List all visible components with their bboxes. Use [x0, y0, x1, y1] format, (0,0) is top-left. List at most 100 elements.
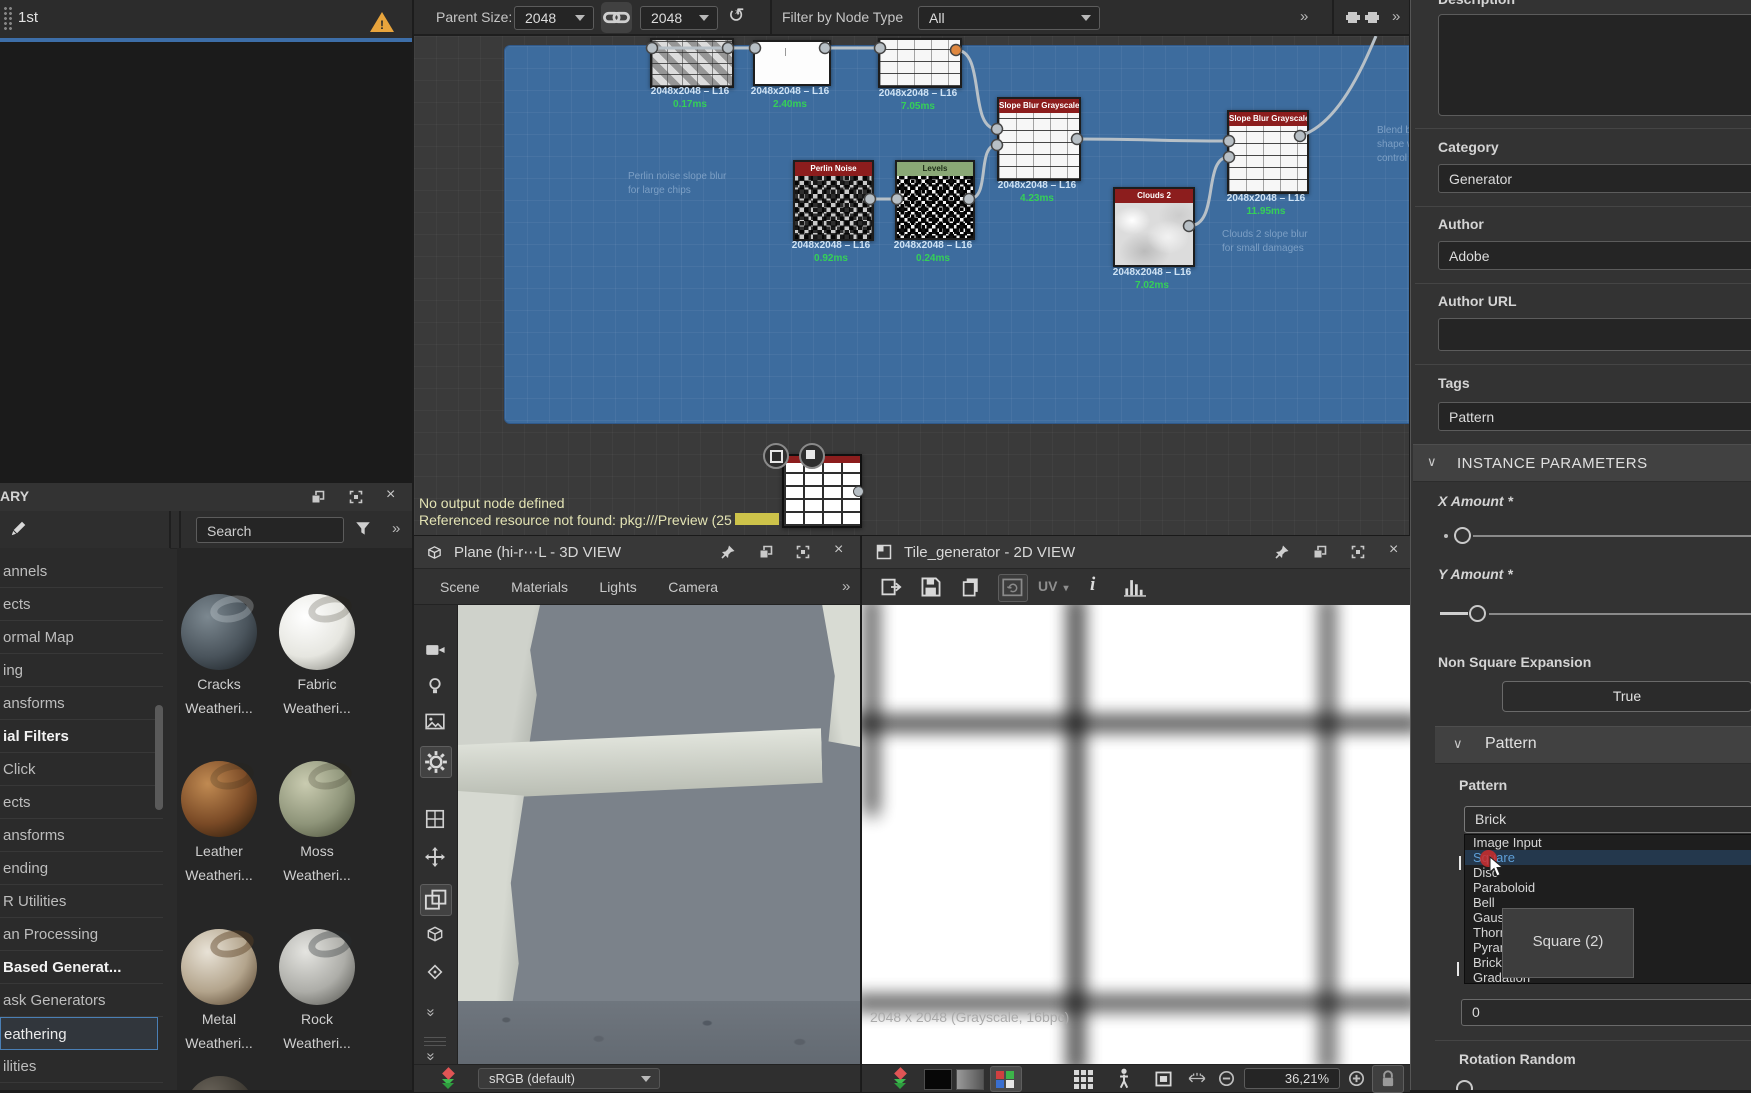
actual-size-icon[interactable]	[1188, 1072, 1206, 1085]
y-amount-knob[interactable]	[1469, 605, 1486, 622]
toolstrip-overflow2-icon[interactable]: »	[423, 1052, 440, 1058]
pattern-section-header[interactable]: ∨ Pattern	[1435, 726, 1751, 764]
export-image-icon[interactable]	[880, 576, 902, 598]
background-black-swatch[interactable]	[924, 1069, 952, 1090]
drag-grip-icon[interactable]	[3, 6, 13, 32]
output-size-dropdown[interactable]: 2048	[640, 6, 718, 30]
edit-pencil-icon[interactable]	[8, 519, 28, 539]
tags-input[interactable]: Pattern	[1438, 402, 1751, 431]
search-input[interactable]: Search	[196, 517, 344, 543]
channels-rgba-button[interactable]	[990, 1066, 1022, 1092]
image-refresh-button[interactable]	[998, 574, 1028, 602]
material-diamond-icon[interactable]	[426, 963, 444, 981]
sidebar-item-click[interactable]: Click	[0, 753, 163, 786]
float-panel-icon[interactable]	[758, 544, 774, 560]
float-panel-icon[interactable]	[1312, 544, 1328, 560]
pin-icon[interactable]	[720, 544, 736, 560]
sidebar-item-effects[interactable]: ects	[0, 588, 163, 621]
thumb-moss-weathering[interactable]	[279, 761, 355, 837]
graph-node-levels[interactable]: Levels	[895, 160, 975, 240]
graph-toolbar-overflow-icon[interactable]: »	[1300, 8, 1306, 25]
copy-icon[interactable]	[960, 576, 982, 598]
y-amount-slider[interactable]	[1438, 602, 1751, 626]
graph-node-perlin-noise[interactable]: Perlin Noise	[793, 160, 874, 241]
graph-node-slope-blur-1[interactable]: Slope Blur Grayscale	[997, 97, 1081, 181]
fit-canvas-icon[interactable]	[1154, 1070, 1173, 1088]
tiling-grid-icon[interactable]	[1074, 1070, 1093, 1089]
x-amount-knob[interactable]	[1454, 527, 1471, 544]
reset-size-icon[interactable]: ↺×	[728, 3, 750, 28]
sidebar-item-channels[interactable]: annels	[0, 555, 163, 588]
author-url-input[interactable]	[1438, 318, 1751, 351]
sidebar-item-mask-generators[interactable]: ask Generators	[0, 984, 163, 1017]
tile-node-output-port[interactable]	[853, 486, 864, 497]
close-panel-icon[interactable]: ×	[1389, 541, 1398, 559]
move-tool-icon[interactable]	[425, 847, 445, 867]
thumb-fabric-weathering[interactable]	[279, 594, 355, 670]
render-settings-button[interactable]	[420, 746, 452, 778]
view3d-viewport[interactable]	[458, 605, 860, 1064]
link-sizes-button[interactable]	[601, 2, 632, 33]
sidebar-item-normal-map[interactable]: ormal Map	[0, 621, 163, 654]
menu-materials[interactable]: Materials	[511, 579, 568, 595]
sidebar-item-utilities[interactable]: ilities	[0, 1050, 163, 1083]
sidebar-item-material-filters[interactable]: ial Filters	[0, 720, 163, 753]
thumb-cracks-weathering[interactable]	[181, 594, 257, 670]
close-panel-icon[interactable]: ×	[386, 486, 395, 504]
sidebar-item-pbr-utilities[interactable]: R Utilities	[0, 885, 163, 918]
lock-zoom-button[interactable]	[1372, 1065, 1404, 1093]
thumb-partial[interactable]	[185, 1076, 255, 1090]
library-overflow-icon[interactable]: »	[392, 520, 398, 537]
sidebar-item-noise-based-generators[interactable]: Based Generat...	[0, 951, 163, 984]
graph-node-bricks[interactable]	[878, 38, 962, 88]
x-amount-slider[interactable]	[1438, 524, 1751, 548]
thumb-leather-weathering[interactable]	[181, 761, 257, 837]
graph-node-clouds-2[interactable]: Clouds 2	[1113, 187, 1195, 267]
non-square-expansion-toggle[interactable]: True	[1502, 681, 1751, 712]
zoom-out-icon[interactable]	[1218, 1070, 1235, 1087]
menu-overflow-icon[interactable]: »	[842, 569, 848, 605]
node-connect-icon[interactable]	[1346, 8, 1386, 26]
filter-node-type-dropdown[interactable]: All	[918, 6, 1100, 30]
zoom-level-field[interactable]: 36,21%	[1244, 1068, 1340, 1089]
graph-canvas[interactable]: Perlin noise slope blurfor large chips C…	[414, 36, 1409, 535]
rotation-random-knob[interactable]	[1456, 1080, 1473, 1090]
node-view-2d-button[interactable]	[763, 443, 789, 469]
filter-icon[interactable]	[354, 520, 372, 538]
float-panel-icon[interactable]	[310, 489, 326, 505]
menu-scene[interactable]: Scene	[440, 579, 480, 595]
node-view-3d-button[interactable]	[799, 443, 825, 469]
parent-size-dropdown[interactable]: 2048	[514, 6, 594, 30]
geometry-cube-icon[interactable]	[425, 924, 445, 944]
toolstrip-overflow-icon[interactable]: »	[423, 1008, 440, 1014]
description-textarea[interactable]	[1438, 14, 1751, 116]
view2d-viewport[interactable]: 2048 x 2048 (Grayscale, 16bpc)	[862, 605, 1410, 1064]
maximize-panel-icon[interactable]	[795, 544, 811, 560]
sidebar-item-scan-processing[interactable]: an Processing	[0, 918, 163, 951]
maximize-panel-icon[interactable]	[1350, 544, 1366, 560]
histogram-icon[interactable]	[1124, 577, 1146, 597]
graph-node-white[interactable]	[753, 40, 831, 86]
menu-lights[interactable]: Lights	[599, 579, 636, 595]
graph-tab-1st[interactable]: 1st	[18, 0, 38, 36]
instance-parameters-header[interactable]: ∨ INSTANCE PARAMETERS	[1413, 444, 1751, 482]
option-disc[interactable]: Disc	[1465, 865, 1751, 880]
category-scrollbar[interactable]	[155, 705, 163, 810]
mannequin-icon[interactable]	[1116, 1068, 1132, 1089]
info-icon[interactable]: i	[1090, 574, 1095, 596]
author-input[interactable]: Adobe	[1438, 241, 1751, 270]
sidebar-item-effects-2[interactable]: ects	[0, 786, 163, 819]
sidebar-item-weathering[interactable]: eathering	[0, 1017, 158, 1050]
wireframe-toggle-button[interactable]	[420, 884, 452, 916]
pattern-value-input[interactable]: 0	[1461, 999, 1751, 1026]
thumb-rock-weathering[interactable]	[279, 929, 355, 1005]
graph-toolbar-overflow2-icon[interactable]: »	[1392, 8, 1398, 25]
sidebar-item-ing[interactable]: ing	[0, 654, 163, 687]
sidebar-item-transforms[interactable]: ansforms	[0, 687, 163, 720]
sidebar-item-transforms-2[interactable]: ansforms	[0, 819, 163, 852]
image-icon[interactable]	[425, 713, 445, 730]
graph-node-tile-generator[interactable]	[782, 454, 862, 528]
colorspace-dropdown[interactable]: sRGB (default)	[478, 1068, 660, 1089]
category-input[interactable]: Generator	[1438, 164, 1751, 193]
option-square[interactable]: Square	[1465, 850, 1751, 865]
